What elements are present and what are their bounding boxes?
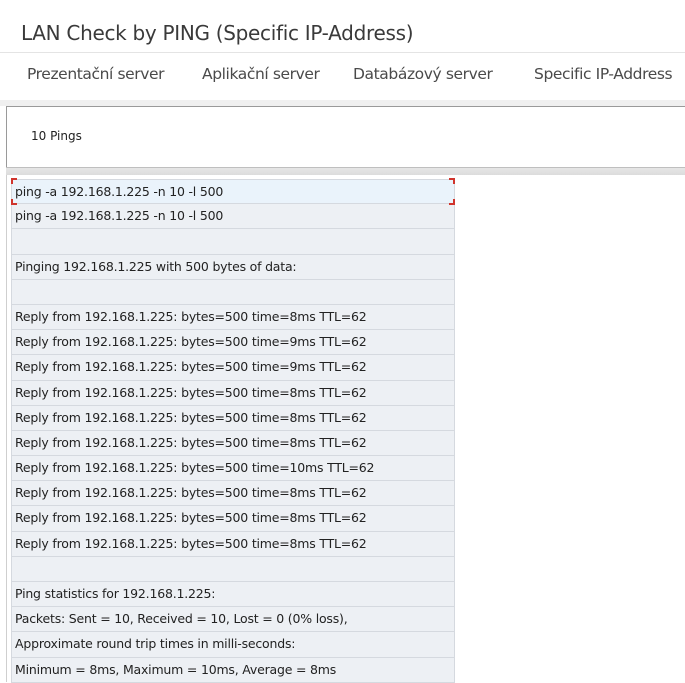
toolbar: 10 Pings [6,106,685,167]
output-line[interactable]: Packets: Sent = 10, Received = 10, Lost … [11,607,455,633]
output-line[interactable]: Reply from 192.168.1.225: bytes=500 time… [11,355,455,381]
output-line[interactable]: Pinging 192.168.1.225 with 500 bytes of … [11,254,455,280]
output-line[interactable]: ping -a 192.168.1.225 -n 10 -l 500 [11,204,455,230]
tab-databazovy-server[interactable]: Databázový server [353,65,493,83]
output-line[interactable]: Minimum = 8ms, Maximum = 10ms, Average =… [11,657,455,683]
output-line[interactable]: Reply from 192.168.1.225: bytes=500 time… [11,330,455,356]
server-tabs: Prezentační server Aplikační server Data… [0,52,685,100]
ten-pings-button[interactable]: 10 Pings [31,129,82,143]
output-line[interactable]: Reply from 192.168.1.225: bytes=500 time… [11,430,455,457]
output-line[interactable]: Ping statistics for 192.168.1.225: [11,582,455,608]
tab-aplikacni-server[interactable]: Aplikační server [202,65,320,83]
tab-specific-ip-address[interactable]: Specific IP-Address [534,65,673,83]
output-line[interactable]: Reply from 192.168.1.225: bytes=500 time… [11,380,455,406]
output-line[interactable] [11,279,455,305]
selection-corner [449,178,455,184]
output-line[interactable]: Reply from 192.168.1.225: bytes=500 time… [11,304,455,331]
toolbar-separator [6,167,685,175]
output-line[interactable]: Reply from 192.168.1.225: bytes=500 time… [11,456,455,482]
tab-prezentacni-server[interactable]: Prezentační server [27,65,165,83]
output-line-command[interactable]: ping -a 192.168.1.225 -n 10 -l 500 [11,178,455,206]
selection-corner [11,178,17,184]
output-line-text: ping -a 192.168.1.225 -n 10 -l 500 [15,184,224,199]
output-line[interactable]: Reply from 192.168.1.225: bytes=500 time… [11,481,455,507]
output-line[interactable]: Reply from 192.168.1.225: bytes=500 time… [11,531,455,557]
output-line[interactable]: Approximate round trip times in milli-se… [11,632,455,658]
output-line[interactable] [11,229,455,255]
ping-output-list[interactable]: ping -a 192.168.1.225 -n 10 -l 500 ping … [11,178,455,683]
selection-corner [449,199,455,206]
output-line[interactable] [11,556,455,582]
title-bar: LAN Check by PING (Specific IP-Address) [0,0,685,52]
output-line[interactable]: Reply from 192.168.1.225: bytes=500 time… [11,405,455,431]
selection-corner [11,199,17,206]
output-line[interactable]: Reply from 192.168.1.225: bytes=500 time… [11,506,455,532]
window-title: LAN Check by PING (Specific IP-Address) [21,21,414,45]
